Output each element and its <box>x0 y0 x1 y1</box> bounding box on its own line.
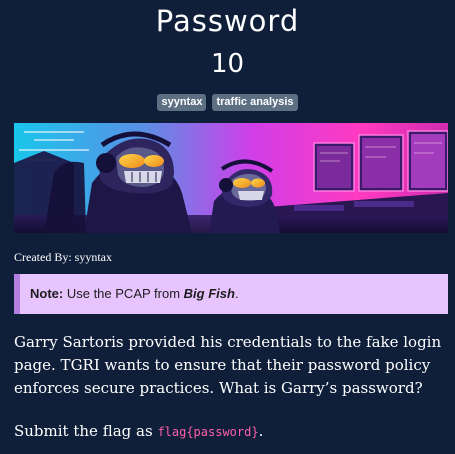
submit-instructions: Submit the flag as flag{password}. <box>14 420 263 443</box>
created-by: Created By: syyntax <box>14 249 112 265</box>
tag-author[interactable]: syyntax <box>157 94 207 111</box>
note-text: Use the PCAP from <box>66 286 181 301</box>
challenge-points: 10 <box>210 49 245 79</box>
challenge-title: Password <box>155 4 300 38</box>
submit-text-end: . <box>258 422 264 440</box>
submit-text: Submit the flag as <box>14 422 153 440</box>
challenge-banner-image <box>14 123 448 233</box>
note-text-end: . <box>234 286 239 301</box>
cyber-hackers-illustration-icon <box>14 123 448 233</box>
note-label: Note: <box>30 286 64 301</box>
tag-list: syyntax traffic analysis <box>0 94 455 111</box>
author-name: syyntax <box>74 250 112 264</box>
challenge-description: Garry Sartoris provided his credentials … <box>14 333 442 397</box>
note-emphasis: Big Fish <box>183 286 235 301</box>
created-by-label: Created By: <box>14 250 72 264</box>
tag-category[interactable]: traffic analysis <box>212 94 298 111</box>
flag-format-code: flag{password} <box>157 425 259 439</box>
note-callout: Note: Use the PCAP from Big Fish. <box>14 274 448 314</box>
